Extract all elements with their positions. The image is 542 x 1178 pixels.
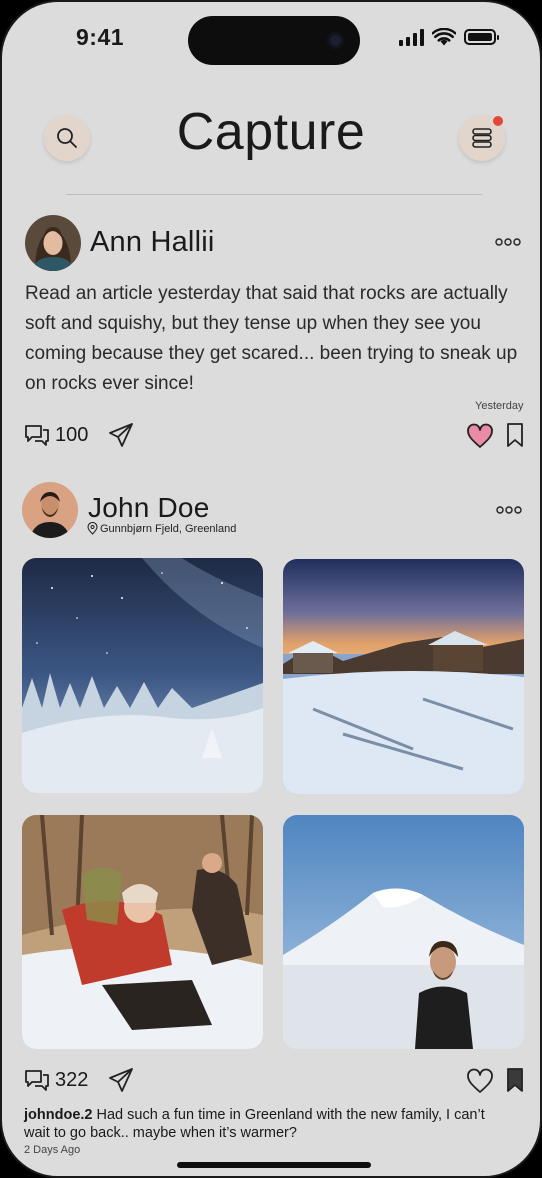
avatar-john-doe[interactable] — [22, 482, 78, 538]
caption-username[interactable]: johndoe.2 — [24, 1107, 92, 1123]
post-caption: johndoe.2 Had such a fun time in Greenla… — [24, 1106, 494, 1142]
heart-icon[interactable] — [466, 423, 494, 449]
battery-icon — [464, 29, 499, 45]
dynamic-island — [188, 16, 360, 65]
header-divider — [66, 194, 482, 195]
photo-starry-snow-forest[interactable] — [22, 558, 263, 793]
comment-count: 100 — [55, 424, 89, 446]
status-time: 9:41 — [76, 24, 125, 50]
menu-button[interactable] — [459, 115, 505, 161]
stack-menu-icon — [472, 128, 492, 148]
front-camera — [327, 32, 344, 49]
share-send-icon[interactable] — [108, 1067, 134, 1093]
phone-screen: 9:41 Capture Ann Hallii Read an article … — [0, 0, 542, 1178]
more-options-icon[interactable] — [496, 504, 522, 516]
avatar-ann-hallii[interactable] — [25, 215, 81, 271]
photo-snowy-cabins-sunset[interactable] — [283, 559, 524, 794]
bookmark-icon[interactable] — [505, 1067, 525, 1093]
more-options-icon[interactable] — [495, 236, 521, 248]
comment-icon[interactable] — [24, 1068, 50, 1092]
notification-dot — [493, 116, 503, 126]
caption-text: Had such a fun time in Greenland with th… — [24, 1107, 485, 1141]
location-text: Gunnbjørn Fjeld, Greenland — [100, 522, 237, 535]
post-text: Read an article yesterday that said that… — [25, 283, 518, 394]
heart-icon[interactable] — [466, 1068, 494, 1094]
post-timestamp: 2 Days Ago — [24, 1144, 81, 1156]
location-pin-icon — [87, 522, 98, 535]
app-header: Capture — [2, 94, 540, 184]
status-bar: 9:41 — [2, 2, 540, 72]
post-author-name[interactable]: John Doe — [88, 492, 209, 524]
post-timestamp: Yesterday — [475, 400, 524, 412]
post-location[interactable]: Gunnbjørn Fjeld, Greenland — [87, 522, 236, 535]
photo-friends-playing-in-snow[interactable] — [22, 815, 263, 1049]
home-indicator[interactable] — [177, 1162, 371, 1168]
comment-icon[interactable] — [24, 423, 50, 447]
share-send-icon[interactable] — [108, 422, 134, 448]
wifi-icon — [432, 28, 456, 46]
status-icons — [399, 28, 499, 46]
comment-count: 322 — [55, 1069, 89, 1091]
post-author-name[interactable]: Ann Hallii — [90, 226, 215, 259]
photo-man-before-snowy-mountain[interactable] — [283, 815, 524, 1049]
bookmark-icon[interactable] — [505, 422, 525, 448]
cellular-signal-icon — [399, 28, 424, 46]
